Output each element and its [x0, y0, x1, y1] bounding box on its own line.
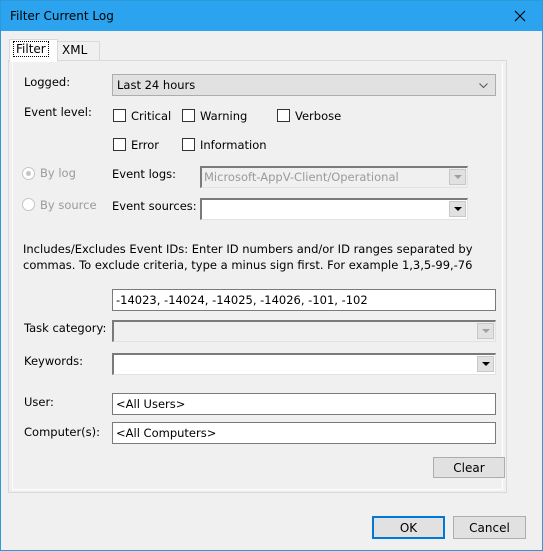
dropdown-arrow-icon	[481, 362, 490, 366]
user-label: User:	[24, 395, 54, 409]
critical-label: Critical	[131, 109, 172, 123]
clear-button[interactable]: Clear	[433, 457, 505, 478]
cancel-button[interactable]: Cancel	[453, 516, 526, 539]
tab-filter[interactable]: Filter	[9, 39, 58, 62]
user-input[interactable]: <All Users>	[112, 393, 496, 415]
event-logs-value: Microsoft-AppV-Client/Operational	[204, 170, 399, 184]
event-ids-input[interactable]: -14023, -14024, -14025, -14026, -101, -1…	[112, 289, 496, 311]
dropdown-arrow-icon	[453, 207, 462, 211]
warning-checkbox[interactable]	[182, 109, 195, 122]
chevron-down-icon	[479, 83, 488, 89]
verbose-label: Verbose	[295, 109, 342, 123]
critical-checkbox[interactable]	[113, 109, 126, 122]
event-logs-label: Event logs:	[112, 167, 176, 181]
task-category-dropdown[interactable]	[112, 320, 496, 342]
event-sources-label: Event sources:	[112, 199, 197, 213]
by-source-label: By source	[40, 198, 97, 212]
logged-label: Logged:	[24, 75, 71, 89]
keywords-label: Keywords:	[24, 354, 83, 368]
tab-xml[interactable]: XML	[57, 41, 100, 61]
computers-label: Computer(s):	[24, 425, 101, 439]
task-category-dropdown-button[interactable]	[477, 323, 494, 339]
information-label: Information	[200, 138, 267, 152]
dropdown-arrow-icon	[453, 175, 462, 179]
keywords-dropdown[interactable]	[112, 353, 496, 375]
error-checkbox[interactable]	[113, 138, 126, 151]
event-ids-description: Includes/Excludes Event IDs: Enter ID nu…	[23, 242, 473, 272]
computers-input[interactable]: <All Computers>	[112, 422, 496, 444]
filter-dialog: Filter Current Log Filter XML Logged: La…	[0, 0, 543, 551]
window-title: Filter Current Log	[10, 9, 114, 23]
event-sources-dropdown[interactable]	[200, 198, 468, 220]
verbose-checkbox[interactable]	[277, 109, 290, 122]
logged-value: Last 24 hours	[117, 78, 196, 92]
title-bar: Filter Current Log	[1, 1, 542, 31]
by-source-radio[interactable]	[22, 198, 35, 211]
event-sources-dropdown-button[interactable]	[449, 201, 466, 217]
by-log-radio[interactable]	[22, 167, 35, 180]
ok-button[interactable]: OK	[372, 516, 445, 539]
by-log-label: By log	[40, 166, 76, 180]
keywords-dropdown-button[interactable]	[477, 356, 494, 372]
event-logs-dropdown[interactable]: Microsoft-AppV-Client/Operational	[200, 166, 468, 188]
warning-label: Warning	[200, 109, 248, 123]
event-logs-dropdown-button[interactable]	[449, 169, 466, 185]
tab-filter-label: Filter	[13, 41, 49, 57]
close-icon	[514, 10, 526, 22]
task-category-label: Task category:	[24, 321, 107, 335]
dropdown-arrow-icon	[481, 329, 490, 333]
event-level-label: Event level:	[24, 105, 92, 119]
close-button[interactable]	[498, 1, 542, 31]
error-label: Error	[131, 138, 160, 152]
logged-dropdown[interactable]: Last 24 hours	[112, 74, 496, 96]
tab-xml-label: XML	[62, 43, 88, 57]
information-checkbox[interactable]	[182, 138, 195, 151]
